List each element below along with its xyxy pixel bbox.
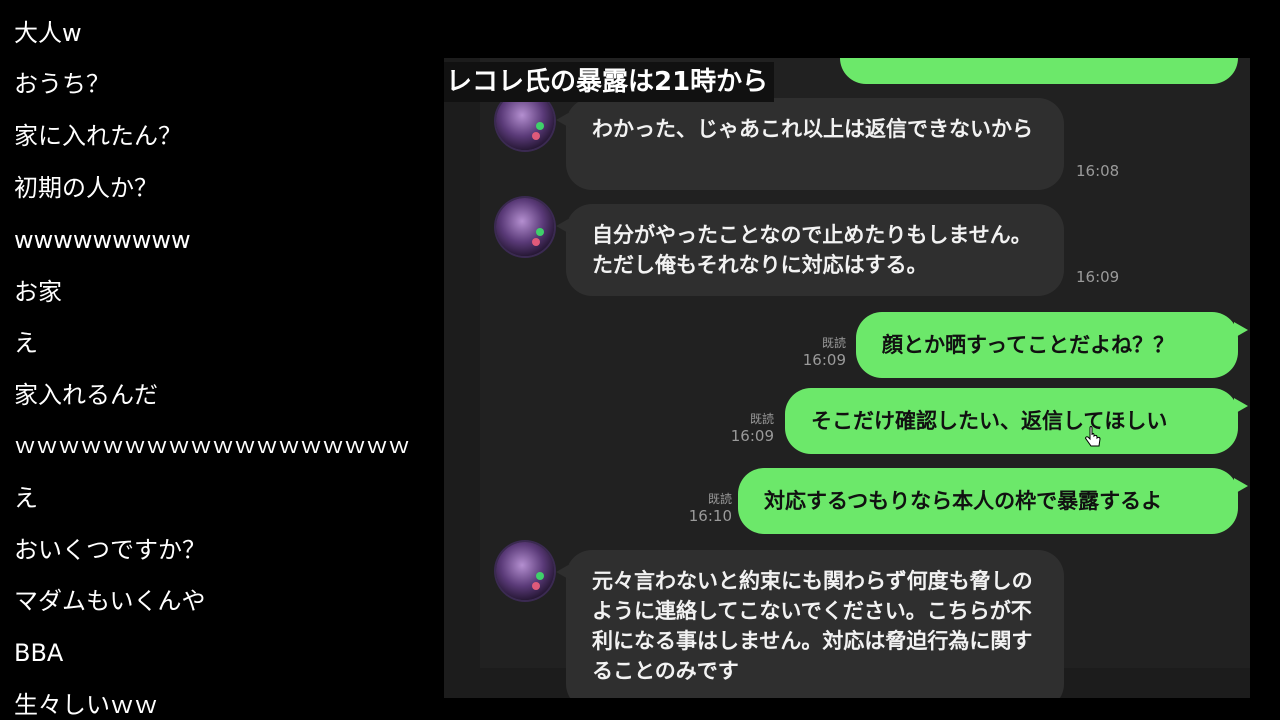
comment-item: 家に入れたん？: [14, 122, 182, 150]
read-label: 既読: [749, 412, 774, 426]
message-time: 16:08: [1076, 162, 1120, 180]
read-receipt: 既読 16:09: [726, 410, 774, 445]
comment-item: え: [14, 329, 38, 357]
comment-item: え: [14, 484, 38, 512]
read-label: 既読: [821, 336, 846, 350]
message-time: 16:09: [730, 427, 774, 445]
message-time: 16:09: [1076, 268, 1120, 286]
outgoing-message: そこだけ確認したい、返信してほしい: [785, 388, 1248, 454]
avatar: [496, 198, 554, 256]
comment-item: 大人w: [14, 19, 82, 47]
stream-title-overlay: レコレ氏の暴露は21時から: [444, 62, 775, 102]
comment-item: 家入れるんだ: [14, 381, 158, 409]
comment-item: 初期の人か？: [14, 174, 158, 202]
outgoing-message: 顔とか晒すってことだよね？？: [856, 312, 1248, 378]
message-time: 16:09: [802, 351, 846, 369]
chat-pane: わかった、じゃあこれ以上は返信できないから 16:08 自分がやったことなので止…: [480, 58, 1250, 698]
incoming-message: わかった、じゃあこれ以上は返信できないから: [556, 98, 1064, 190]
comment-item: wwwwwwwww: [14, 226, 191, 254]
comment-item: おいくつですか？: [14, 536, 206, 564]
avatar: [496, 542, 554, 600]
player-controls: [888, 676, 1280, 706]
comment-item: ｗｗｗｗｗｗｗｗｗｗｗｗｗｗｗｗｗｗ: [14, 434, 411, 459]
outgoing-bubble-partial: [840, 58, 1238, 84]
comment-item: BBA: [14, 639, 64, 667]
chat-screenshot: わかった、じゃあこれ以上は返信できないから 16:08 自分がやったことなので止…: [444, 58, 1250, 698]
incoming-message: 自分がやったことなので止めたりもしません。ただし俺もそれなりに対応はする。: [556, 204, 1064, 296]
read-receipt: 既読 16:09: [798, 334, 846, 369]
comment-item: 生々しいｗｗ: [14, 691, 158, 719]
comment-list: 大人w おうち？ 家に入れたん？ 初期の人か？ wwwwwwwww お家 え 家…: [0, 0, 445, 720]
comment-item: お家: [14, 278, 62, 306]
outgoing-message: 対応するつもりなら本人の枠で暴露するよ: [738, 468, 1248, 534]
stream-area: わかった、じゃあこれ以上は返信できないから 16:08 自分がやったことなので止…: [444, 0, 1280, 720]
comment-item: おうち？: [14, 70, 110, 98]
read-label: 既読: [707, 492, 732, 506]
comment-item: マダムもいくんや: [14, 587, 206, 615]
read-receipt: 既読 16:10: [684, 490, 732, 525]
message-time: 16:10: [688, 507, 732, 525]
hand-cursor-icon: [1085, 426, 1101, 447]
